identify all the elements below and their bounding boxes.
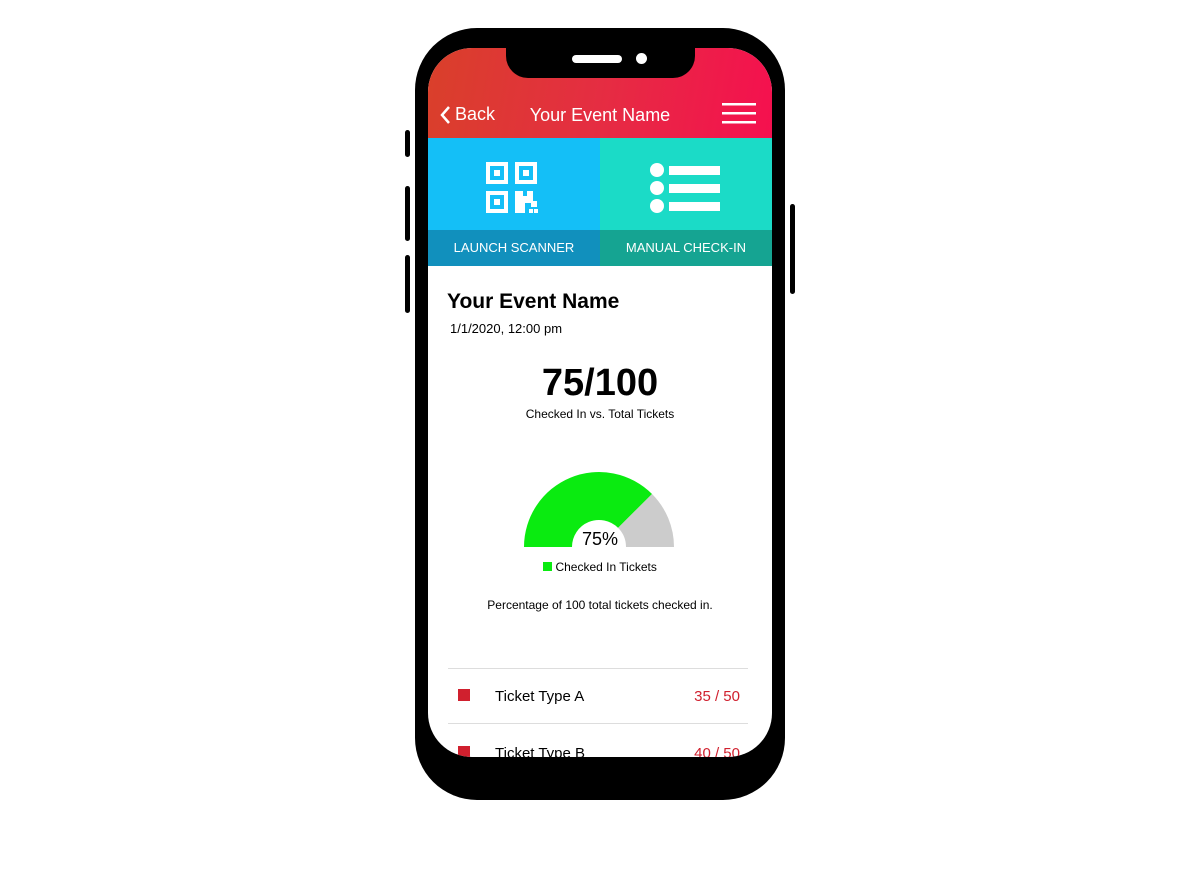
checked-in-caption: Checked In vs. Total Tickets [525, 407, 675, 421]
hamburger-menu-icon [722, 103, 756, 124]
gauge-legend: Checked In Tickets [428, 560, 772, 574]
menu-button[interactable] [722, 103, 756, 125]
qr-code-icon [486, 162, 538, 213]
gauge-percent-label: 75% [581, 529, 619, 549]
launch-scanner-button[interactable]: LAUNCH SCANNER [428, 138, 600, 266]
ticket-name: Ticket Type A [495, 688, 585, 705]
header-title: Your Event Name [529, 105, 671, 125]
ticket-count: 35 / 50 [694, 688, 740, 705]
ticket-row[interactable]: Ticket Type B 40 / 50 [448, 723, 748, 757]
phone-mute-button [405, 130, 410, 157]
phone-power-button [790, 204, 795, 294]
manual-check-in-button[interactable]: MANUAL CHECK-IN [600, 138, 772, 266]
list-icon [650, 163, 720, 213]
event-name: Your Event Name [447, 290, 620, 313]
manual-check-in-label: MANUAL CHECK-IN [600, 230, 772, 266]
legend-swatch [543, 562, 553, 571]
speaker [572, 55, 622, 63]
ticket-name: Ticket Type B [495, 745, 586, 757]
launch-scanner-label: LAUNCH SCANNER [428, 230, 600, 266]
phone-volume-up-button [405, 186, 410, 241]
ticket-color-icon [458, 689, 470, 701]
camera [636, 53, 647, 64]
gauge-note: Percentage of 100 total tickets checked … [487, 598, 713, 612]
phone-notch [506, 48, 695, 78]
event-datetime: 1/1/2020, 12:00 pm [450, 321, 563, 336]
ticket-count: 40 / 50 [694, 745, 740, 757]
legend-label: Checked In Tickets [555, 560, 657, 574]
ticket-color-icon [458, 746, 470, 757]
ticket-row[interactable]: Ticket Type A 35 / 50 [448, 668, 748, 724]
phone-volume-down-button [405, 255, 410, 313]
app-screen: Back Your Event Name LAUNCH SCANNER MANU… [428, 48, 772, 757]
checked-in-count: 75/100 [541, 362, 659, 404]
